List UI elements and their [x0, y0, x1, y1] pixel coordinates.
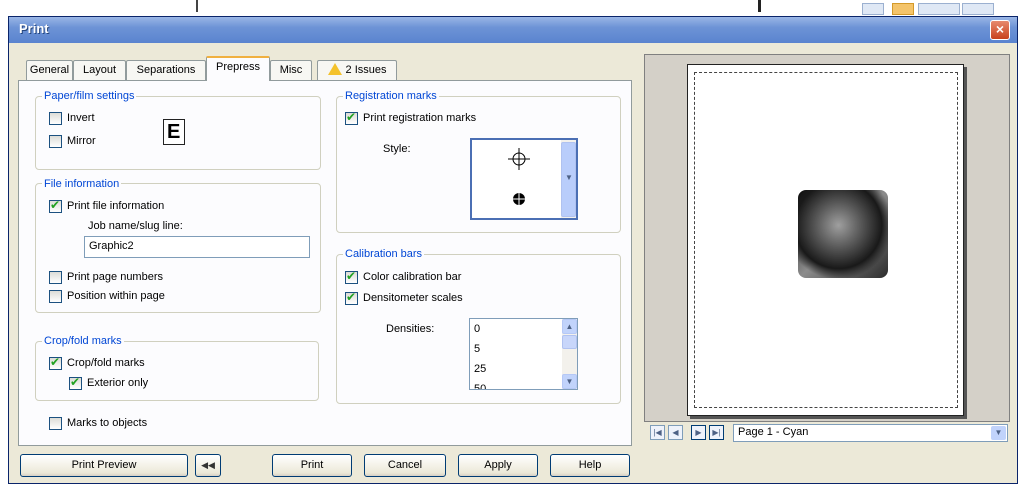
tab-issues-label: 2 Issues: [345, 64, 387, 76]
tab-separations[interactable]: Separations: [126, 60, 206, 80]
style-label: Style:: [383, 143, 411, 155]
apply-button[interactable]: Apply: [458, 454, 538, 477]
print-registration-marks-label: Print registration marks: [363, 112, 477, 124]
color-calibration-bar-checkbox[interactable]: [345, 270, 358, 284]
style-list-scrollbar[interactable]: ▼: [561, 140, 576, 218]
marks-to-objects-label: Marks to objects: [67, 417, 148, 429]
exterior-only-checkbox[interactable]: [69, 376, 82, 390]
position-within-page-label: Position within page: [67, 290, 165, 302]
print-page-numbers-label: Print page numbers: [67, 271, 163, 283]
filled-circle-target-icon[interactable]: [510, 190, 528, 208]
tab-prepress[interactable]: Prepress: [206, 56, 270, 81]
crop-fold-group: [35, 341, 319, 401]
position-within-page-checkbox[interactable]: [49, 290, 62, 303]
page-select[interactable]: Page 1 - Cyan ▼: [733, 424, 1008, 442]
first-page-icon[interactable]: |◀: [650, 425, 665, 440]
title-bar[interactable]: [9, 17, 1017, 43]
double-chevron-left-icon: ◀◀: [201, 460, 215, 470]
densities-list[interactable]: 0 5 25 50 ▲ ▼: [469, 318, 578, 390]
invert-label: Invert: [67, 112, 95, 124]
background-toolbar-button: [892, 3, 914, 15]
crop-fold-marks-label: Crop/fold marks: [67, 357, 145, 369]
job-name-label: Job name/slug line:: [88, 220, 183, 232]
densities-label: Densities:: [386, 323, 435, 335]
scroll-thumb[interactable]: ▼: [561, 142, 576, 217]
job-name-input[interactable]: Graphic2: [84, 236, 310, 258]
preview-graphic: [798, 190, 888, 278]
tab-layout[interactable]: Layout: [73, 60, 126, 80]
background-divider: [196, 0, 198, 12]
scroll-down-icon[interactable]: ▼: [562, 374, 577, 389]
registration-marks-legend: Registration marks: [343, 90, 439, 102]
paper-film-legend: Paper/film settings: [42, 90, 137, 102]
print-page-numbers-checkbox[interactable]: [49, 271, 62, 284]
mirror-label: Mirror: [67, 135, 96, 147]
next-page-icon[interactable]: ▶: [691, 425, 706, 440]
print-preview-button[interactable]: Print Preview: [20, 454, 188, 477]
orientation-glyph: E: [167, 121, 181, 143]
warning-icon: [327, 63, 342, 75]
chevron-down-icon[interactable]: ▼: [991, 426, 1006, 440]
mirror-checkbox[interactable]: [49, 135, 62, 148]
crop-fold-legend: Crop/fold marks: [42, 335, 124, 347]
densitometer-scales-label: Densitometer scales: [363, 292, 463, 304]
print-file-information-checkbox[interactable]: [49, 199, 62, 213]
density-item[interactable]: 0: [474, 323, 480, 336]
background-toolbar-button: [962, 3, 994, 15]
calibration-bars-legend: Calibration bars: [343, 248, 425, 260]
background-toolbar-button: [918, 3, 960, 15]
density-item[interactable]: 25: [474, 363, 486, 376]
crosshair-target-icon[interactable]: [508, 148, 530, 170]
tab-misc[interactable]: Misc: [270, 60, 312, 80]
color-calibration-bar-label: Color calibration bar: [363, 271, 462, 283]
background-toolbar-button: [862, 3, 884, 15]
background-divider: [758, 0, 761, 12]
previous-page-icon[interactable]: ◀: [668, 425, 683, 440]
densitometer-scales-checkbox[interactable]: [345, 291, 358, 305]
cancel-button[interactable]: Cancel: [364, 454, 446, 477]
tab-general[interactable]: General: [26, 60, 73, 80]
chevron-down-icon: ▼: [565, 173, 573, 182]
page-navigation: |◀ ◀ ▶ ▶| Page 1 - Cyan ▼: [644, 424, 1010, 444]
crop-fold-marks-checkbox[interactable]: [49, 356, 62, 370]
print-button[interactable]: Print: [272, 454, 352, 477]
page-orientation-preview: E: [163, 119, 185, 145]
file-information-legend: File information: [42, 178, 122, 190]
scroll-up-icon[interactable]: ▲: [562, 319, 577, 334]
print-registration-marks-checkbox[interactable]: [345, 111, 358, 125]
tab-issues[interactable]: 2 Issues: [317, 60, 397, 80]
collapse-preview-button[interactable]: ◀◀: [195, 454, 221, 477]
invert-checkbox[interactable]: [49, 112, 62, 125]
last-page-icon[interactable]: ▶|: [709, 425, 724, 440]
window-title: Print: [19, 21, 49, 36]
marks-to-objects-checkbox[interactable]: [49, 417, 62, 430]
exterior-only-label: Exterior only: [87, 377, 149, 389]
page-select-value: Page 1 - Cyan: [738, 426, 809, 438]
help-button[interactable]: Help: [550, 454, 630, 477]
scroll-thumb[interactable]: [562, 335, 577, 349]
density-item[interactable]: 50: [474, 383, 486, 389]
close-button[interactable]: ×: [990, 20, 1010, 40]
density-item[interactable]: 5: [474, 343, 480, 356]
registration-style-list[interactable]: ▼: [470, 138, 578, 220]
densities-scrollbar[interactable]: ▲ ▼: [562, 319, 577, 389]
print-file-information-label: Print file information: [67, 200, 165, 212]
